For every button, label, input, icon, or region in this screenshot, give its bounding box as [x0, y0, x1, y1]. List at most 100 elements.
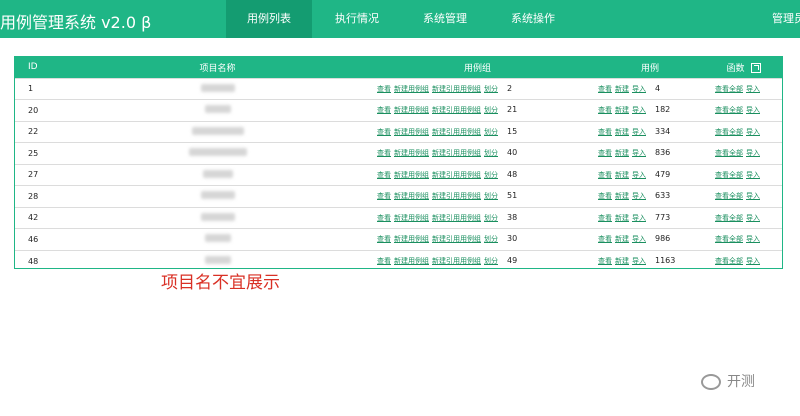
nav-execution-status[interactable]: 执行情况: [322, 0, 392, 38]
case-count: 1163: [655, 256, 676, 265]
function-action-link[interactable]: 导入: [746, 149, 760, 157]
function-action-link[interactable]: 导入: [746, 235, 760, 243]
group-action-link[interactable]: 新建引用用例组: [432, 235, 481, 243]
group-action-link[interactable]: 划分: [484, 235, 498, 243]
cell-function: 查看全部 导入: [705, 121, 782, 143]
group-action-link[interactable]: 划分: [484, 192, 498, 200]
case-action-link[interactable]: 导入: [632, 192, 646, 200]
case-action-link[interactable]: 导入: [632, 128, 646, 136]
case-action-link[interactable]: 新建: [615, 85, 629, 93]
cell-case-group: 查看 新建用例组 新建引用用例组 划分 48: [360, 164, 595, 186]
group-action-link[interactable]: 新建用例组: [394, 171, 429, 179]
group-action-link[interactable]: 新建用例组: [394, 149, 429, 157]
group-action-link[interactable]: 查看: [377, 235, 391, 243]
case-action-link[interactable]: 新建: [615, 149, 629, 157]
cell-project-name: [75, 100, 360, 122]
group-action-link[interactable]: 新建用例组: [394, 257, 429, 265]
project-table: ID 项目名称 用例组 用例 函数 1 查看 新建用例组 新建引用用例组 划分 2 查看 新建…: [15, 57, 782, 272]
case-action-link[interactable]: 查看: [598, 257, 612, 265]
case-action-link[interactable]: 新建: [615, 192, 629, 200]
cell-case: 查看 新建 导入 986: [595, 229, 705, 251]
group-action-link[interactable]: 划分: [484, 128, 498, 136]
export-icon[interactable]: [750, 63, 761, 74]
group-action-link[interactable]: 新建用例组: [394, 192, 429, 200]
case-action-link[interactable]: 新建: [615, 106, 629, 114]
group-count: 2: [507, 83, 513, 93]
function-action-link[interactable]: 导入: [746, 106, 760, 114]
cell-id: 42: [28, 213, 39, 223]
case-action-link[interactable]: 导入: [632, 85, 646, 93]
group-action-link[interactable]: 新建用例组: [394, 106, 429, 114]
function-action-link[interactable]: 查看全部: [715, 149, 743, 157]
group-action-link[interactable]: 查看: [377, 149, 391, 157]
function-action-link[interactable]: 查看全部: [715, 257, 743, 265]
case-action-link[interactable]: 导入: [632, 171, 646, 179]
case-action-link[interactable]: 导入: [632, 257, 646, 265]
function-action-link[interactable]: 查看全部: [715, 214, 743, 222]
function-action-link[interactable]: 查看全部: [715, 128, 743, 136]
group-action-link[interactable]: 划分: [484, 149, 498, 157]
function-action-link[interactable]: 导入: [746, 171, 760, 179]
group-action-link[interactable]: 新建引用用例组: [432, 192, 481, 200]
case-action-link[interactable]: 查看: [598, 192, 612, 200]
group-action-link[interactable]: 查看: [377, 171, 391, 179]
group-action-link[interactable]: 查看: [377, 257, 391, 265]
function-action-link[interactable]: 查看全部: [715, 171, 743, 179]
nav-system-operations[interactable]: 系统操作: [498, 0, 568, 38]
function-action-link[interactable]: 查看全部: [715, 85, 743, 93]
group-action-link[interactable]: 划分: [484, 85, 498, 93]
case-action-link[interactable]: 查看: [598, 149, 612, 157]
group-action-link[interactable]: 查看: [377, 85, 391, 93]
function-action-link[interactable]: 导入: [746, 257, 760, 265]
group-action-link[interactable]: 新建引用用例组: [432, 149, 481, 157]
group-action-link[interactable]: 新建用例组: [394, 85, 429, 93]
function-action-link[interactable]: 导入: [746, 214, 760, 222]
nav-case-list[interactable]: 用例列表: [226, 0, 312, 38]
case-action-link[interactable]: 新建: [615, 171, 629, 179]
case-action-link[interactable]: 新建: [615, 257, 629, 265]
cell-case-group: 查看 新建用例组 新建引用用例组 划分 40: [360, 143, 595, 165]
group-action-link[interactable]: 划分: [484, 257, 498, 265]
function-action-link[interactable]: 导入: [746, 85, 760, 93]
function-action-link[interactable]: 导入: [746, 128, 760, 136]
group-action-link[interactable]: 划分: [484, 171, 498, 179]
case-action-link[interactable]: 导入: [632, 214, 646, 222]
case-action-link[interactable]: 查看: [598, 171, 612, 179]
case-action-link[interactable]: 导入: [632, 235, 646, 243]
function-action-link[interactable]: 查看全部: [715, 106, 743, 114]
group-action-link[interactable]: 新建引用用例组: [432, 85, 481, 93]
group-action-link[interactable]: 新建引用用例组: [432, 257, 481, 265]
group-action-link[interactable]: 新建引用用例组: [432, 128, 481, 136]
case-action-link[interactable]: 新建: [615, 214, 629, 222]
function-action-link[interactable]: 查看全部: [715, 192, 743, 200]
group-action-link[interactable]: 新建引用用例组: [432, 214, 481, 222]
group-action-link[interactable]: 新建用例组: [394, 235, 429, 243]
case-count: 986: [655, 234, 671, 244]
group-action-link[interactable]: 新建引用用例组: [432, 106, 481, 114]
case-action-link[interactable]: 查看: [598, 85, 612, 93]
group-action-link[interactable]: 查看: [377, 106, 391, 114]
group-action-link[interactable]: 新建用例组: [394, 214, 429, 222]
group-action-link[interactable]: 查看: [377, 192, 391, 200]
function-action-link[interactable]: 导入: [746, 192, 760, 200]
cell-project-name: [75, 121, 360, 143]
case-action-link[interactable]: 查看: [598, 106, 612, 114]
group-action-link[interactable]: 划分: [484, 106, 498, 114]
redacted-project-name: [204, 234, 231, 243]
group-action-link[interactable]: 查看: [377, 214, 391, 222]
case-action-link[interactable]: 导入: [632, 106, 646, 114]
case-action-link[interactable]: 查看: [598, 128, 612, 136]
case-count: 773: [655, 212, 671, 222]
function-action-link[interactable]: 查看全部: [715, 235, 743, 243]
case-action-link[interactable]: 新建: [615, 235, 629, 243]
group-action-link[interactable]: 新建用例组: [394, 128, 429, 136]
group-action-link[interactable]: 新建引用用例组: [432, 171, 481, 179]
case-action-link[interactable]: 查看: [598, 235, 612, 243]
case-action-link[interactable]: 查看: [598, 214, 612, 222]
group-action-link[interactable]: 划分: [484, 214, 498, 222]
nav-admin-user[interactable]: 管理员: [772, 0, 800, 38]
case-action-link[interactable]: 新建: [615, 128, 629, 136]
group-action-link[interactable]: 查看: [377, 128, 391, 136]
case-action-link[interactable]: 导入: [632, 149, 646, 157]
nav-system-management[interactable]: 系统管理: [410, 0, 480, 38]
